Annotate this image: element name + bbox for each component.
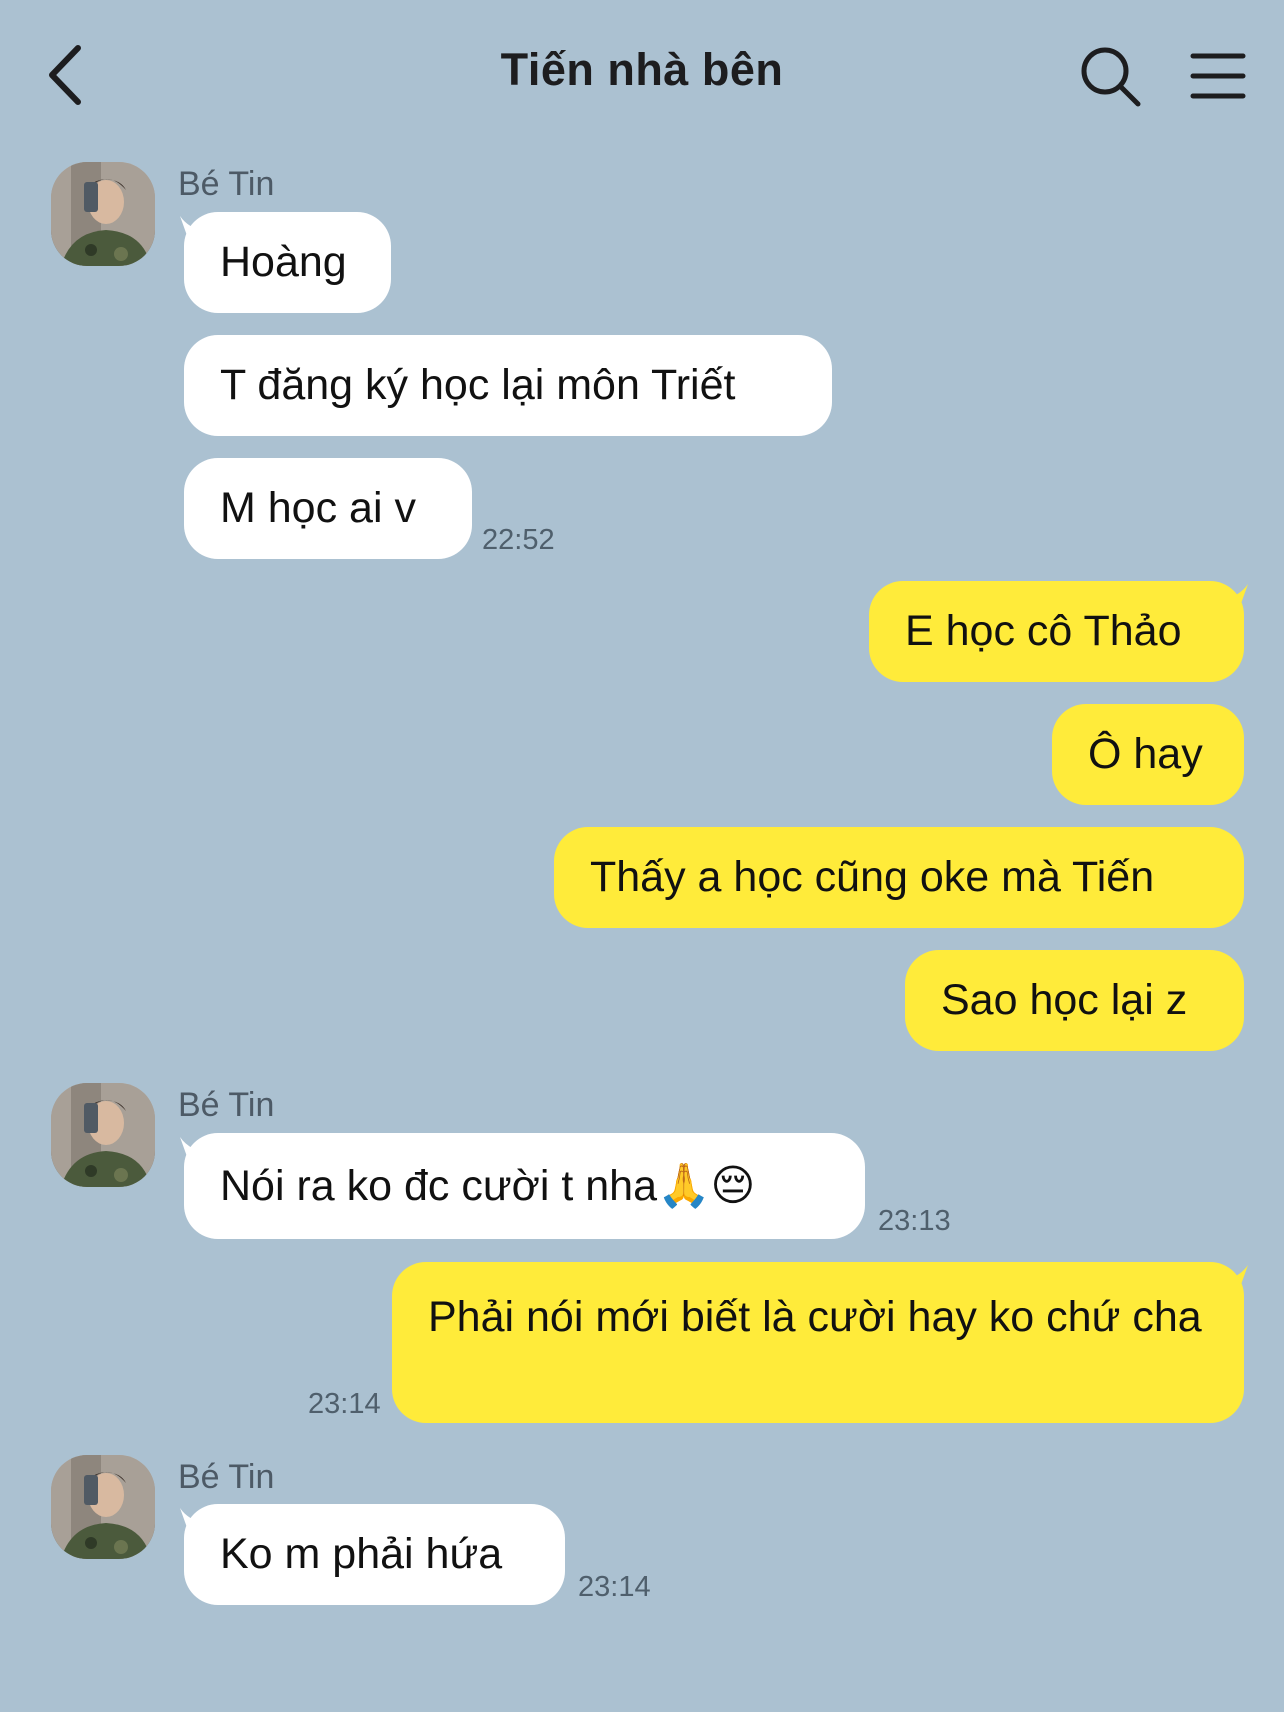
outgoing-message[interactable]: E học cô Thảo — [869, 581, 1244, 682]
sender-name: Bé Tin — [178, 1458, 275, 1496]
outgoing-message[interactable]: Phải nói mới biết là cười hay ko chứ cha — [392, 1262, 1244, 1423]
message-time: 22:52 — [482, 524, 555, 556]
search-icon[interactable] — [1078, 44, 1142, 108]
message-time: 23:14 — [308, 1388, 381, 1420]
message-time: 23:13 — [878, 1205, 951, 1237]
incoming-message[interactable]: M học ai v — [184, 458, 472, 559]
chat-header: Tiến nhà bên — [0, 0, 1284, 150]
sender-name: Bé Tin — [178, 165, 275, 203]
menu-icon[interactable] — [1188, 46, 1248, 106]
sender-name: Bé Tin — [178, 1086, 275, 1124]
contact-avatar[interactable] — [51, 1083, 155, 1187]
incoming-message[interactable]: Ko m phải hứa — [184, 1504, 565, 1605]
outgoing-message[interactable]: Sao học lại z — [905, 950, 1244, 1051]
outgoing-message[interactable]: Ô hay — [1052, 704, 1244, 805]
contact-avatar[interactable] — [51, 1455, 155, 1559]
avatar-photo-icon — [51, 1455, 155, 1559]
avatar-photo-icon — [51, 1083, 155, 1187]
incoming-message[interactable]: Hoàng — [184, 212, 391, 313]
message-time: 23:14 — [578, 1571, 651, 1603]
incoming-message[interactable]: T đăng ký học lại môn Triết — [184, 335, 832, 436]
incoming-message[interactable]: Nói ra ko đc cười t nha🙏😔 — [184, 1133, 865, 1239]
avatar-photo-icon — [51, 162, 155, 266]
outgoing-message[interactable]: Thấy a học cũng oke mà Tiến — [554, 827, 1244, 928]
contact-avatar[interactable] — [51, 162, 155, 266]
